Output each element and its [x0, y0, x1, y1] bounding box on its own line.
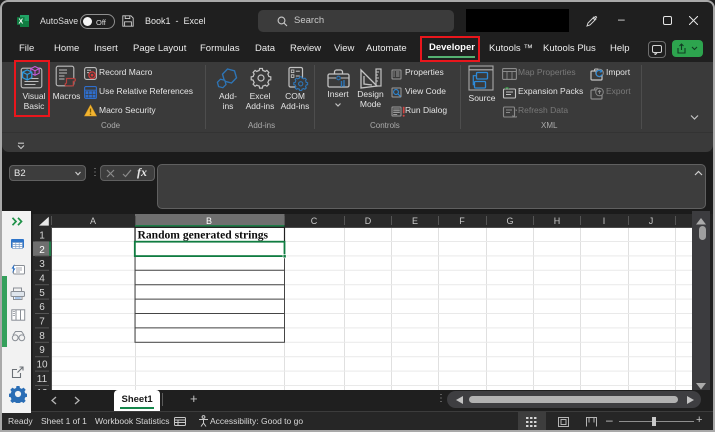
svg-text:6: 6	[39, 302, 45, 313]
svg-text:3: 3	[39, 259, 45, 270]
svg-text:2: 2	[39, 245, 45, 256]
svg-text:E: E	[412, 216, 418, 226]
svg-text:5: 5	[39, 288, 45, 299]
svg-text:F: F	[459, 216, 465, 226]
svg-text:9: 9	[39, 345, 45, 356]
svg-text:X: X	[18, 18, 23, 25]
svg-text:7: 7	[39, 316, 45, 327]
svg-text:I: I	[603, 216, 606, 226]
svg-text:4: 4	[39, 273, 45, 284]
svg-text:B: B	[206, 216, 212, 226]
svg-text:8: 8	[39, 331, 45, 342]
svg-text:1: 1	[39, 230, 45, 241]
svg-text:D: D	[365, 216, 372, 226]
svg-text:11: 11	[37, 374, 48, 385]
svg-text:12: 12	[36, 388, 48, 390]
svg-text:10: 10	[36, 359, 48, 370]
svg-text:Random generated strings: Random generated strings	[138, 228, 269, 241]
svg-text:A: A	[90, 216, 96, 226]
svg-text:G: G	[506, 216, 513, 226]
svg-text:J: J	[649, 216, 654, 226]
svg-text:C: C	[311, 216, 318, 226]
svg-text:H: H	[554, 216, 561, 226]
